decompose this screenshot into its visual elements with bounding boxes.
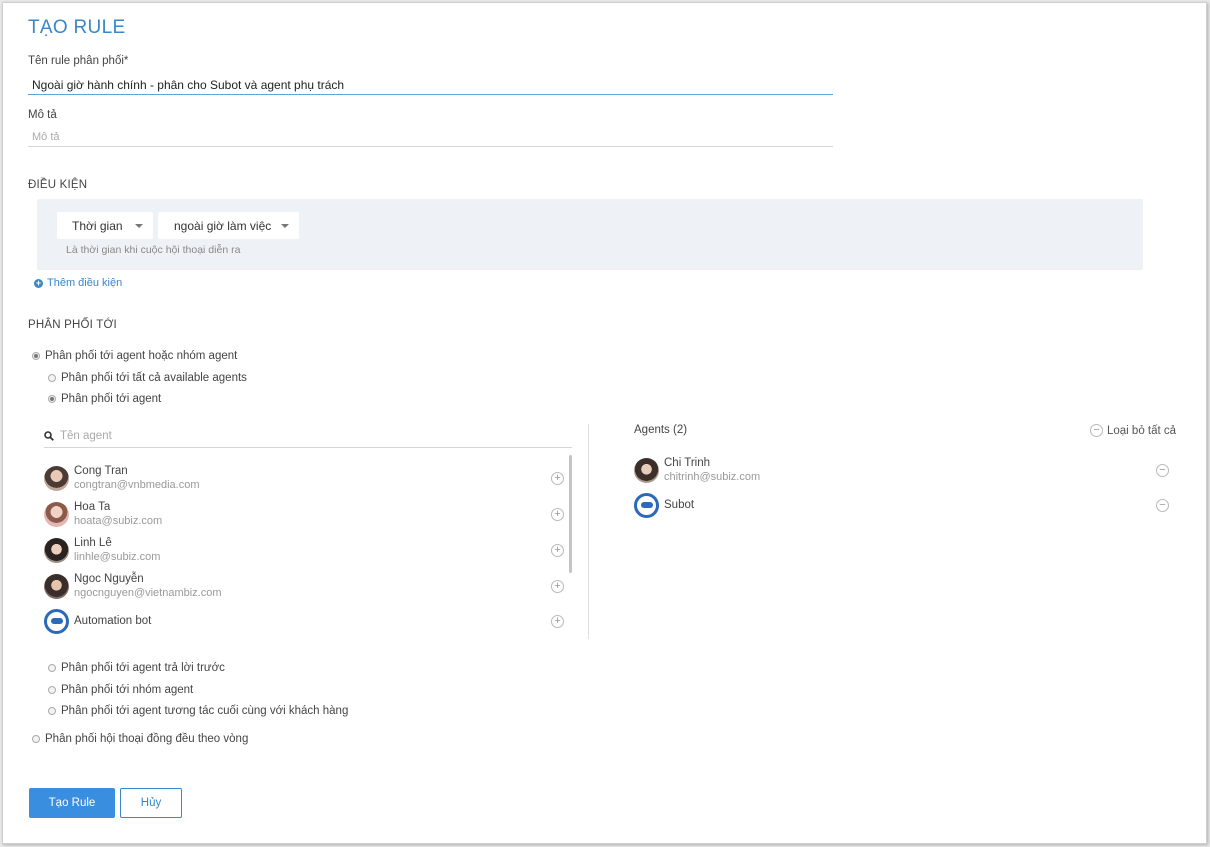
chevron-down-icon <box>281 223 289 228</box>
agent-list-scrollbar[interactable] <box>569 455 572 573</box>
agent-email: ngocnguyen@vietnambiz.com <box>74 587 222 599</box>
agent-email: linhle@subiz.com <box>74 551 161 563</box>
radio-icon <box>48 374 56 382</box>
remove-agent-button[interactable]: − <box>1156 498 1169 512</box>
distribution-heading: PHÂN PHỐI TỚI <box>28 319 117 331</box>
add-agent-button[interactable]: + <box>551 543 564 557</box>
available-agent-row: Hoa Ta hoata@subiz.com + <box>44 496 564 532</box>
radio-label: Phân phối tới nhóm agent <box>61 684 194 696</box>
add-condition-label: Thêm điều kiện <box>47 277 123 289</box>
radio-label: Phân phối hội thoại đồng đều theo vòng <box>45 733 249 745</box>
condition-hint: Là thời gian khi cuộc hội thoại diễn ra <box>66 244 241 256</box>
radio-label: Phân phối tới agent trả lời trước <box>61 662 225 674</box>
avatar <box>44 465 69 491</box>
avatar <box>44 573 69 599</box>
agent-email: hoata@subiz.com <box>74 515 163 527</box>
agent-search <box>44 425 572 448</box>
create-rule-panel: TẠO RULE Tên rule phân phối* Mô tả ĐIỀU … <box>2 2 1207 844</box>
selected-agents-title: Agents (2) <box>634 424 688 436</box>
condition-row: Thời gian ngoài giờ làm việc Là thời gia… <box>37 199 1143 270</box>
radio-label: Phân phối tới agent hoặc nhóm agent <box>45 350 238 362</box>
description-label: Mô tả <box>28 109 57 121</box>
condition-value-select[interactable]: ngoài giờ làm việc <box>158 212 299 239</box>
conditions-heading: ĐIỀU KIỆN <box>28 179 88 191</box>
radio-icon <box>32 735 40 743</box>
radio-first-reply[interactable]: Phân phối tới agent trả lời trước <box>48 662 225 674</box>
agent-email: congtran@vnbmedia.com <box>74 479 200 491</box>
available-agent-row: Linh Lê linhle@subiz.com + <box>44 532 564 568</box>
radio-icon <box>48 707 56 715</box>
bot-avatar <box>44 608 69 634</box>
radio-icon <box>48 395 56 403</box>
chevron-down-icon <box>135 223 143 228</box>
radio-agent-or-group[interactable]: Phân phối tới agent hoặc nhóm agent <box>32 350 237 362</box>
rule-name-input[interactable] <box>28 75 833 95</box>
avatar <box>44 501 69 527</box>
agent-name: Subot <box>664 499 695 511</box>
radio-icon <box>32 352 40 360</box>
agent-name: Automation bot <box>74 615 152 627</box>
radio-label: Phân phối tới agent <box>61 393 162 405</box>
agent-name: Linh Lê <box>74 537 112 549</box>
divider <box>588 424 589 639</box>
bot-avatar <box>634 492 659 518</box>
agent-email: chitrinh@subiz.com <box>664 471 761 483</box>
selected-agent-row: Chi Trinh chitrinh@subiz.com − <box>634 452 1169 488</box>
radio-round-robin[interactable]: Phân phối hội thoại đồng đều theo vòng <box>32 733 248 745</box>
add-condition-link[interactable]: + Thêm điều kiện <box>34 277 122 289</box>
agent-search-input[interactable] <box>60 430 540 442</box>
agent-name: Cong Tran <box>74 465 128 477</box>
radio-specific-agent[interactable]: Phân phối tới agent <box>48 393 161 405</box>
radio-all-available[interactable]: Phân phối tới tất cả available agents <box>48 372 247 384</box>
available-agent-row: Automation bot + <box>44 603 564 639</box>
condition-value-text: ngoài giờ làm việc <box>174 218 272 233</box>
available-agent-row: Ngoc Nguyễn ngocnguyen@vietnambiz.com + <box>44 568 564 604</box>
agent-name: Hoa Ta <box>74 501 111 513</box>
radio-label: Phân phối tới agent tương tác cuối cùng … <box>61 705 349 717</box>
agent-name: Chi Trinh <box>664 457 711 469</box>
minus-circle-icon: − <box>1090 424 1103 437</box>
avatar <box>44 537 69 563</box>
radio-icon <box>48 664 56 672</box>
condition-field-value: Thời gian <box>72 218 123 233</box>
plus-circle-icon: + <box>34 277 43 288</box>
radio-icon <box>48 686 56 694</box>
radio-agent-group[interactable]: Phân phối tới nhóm agent <box>48 684 193 696</box>
remove-agent-button[interactable]: − <box>1156 463 1169 477</box>
rule-name-label: Tên rule phân phối* <box>28 55 129 67</box>
avatar <box>634 457 659 483</box>
description-input[interactable] <box>28 127 833 147</box>
remove-all-button[interactable]: − Loại bỏ tất cả <box>1090 424 1176 437</box>
selected-agent-row: Subot − <box>634 487 1169 523</box>
page-title: TẠO RULE <box>28 17 126 38</box>
add-agent-button[interactable]: + <box>551 471 564 485</box>
radio-label: Phân phối tới tất cả available agents <box>61 372 247 384</box>
remove-all-label: Loại bỏ tất cả <box>1107 424 1177 437</box>
search-icon <box>44 431 54 441</box>
available-agent-row: Cong Tran congtran@vnbmedia.com + <box>44 460 564 496</box>
condition-field-select[interactable]: Thời gian <box>57 212 153 239</box>
radio-last-interaction[interactable]: Phân phối tới agent tương tác cuối cùng … <box>48 705 348 717</box>
add-agent-button[interactable]: + <box>551 614 564 628</box>
add-agent-button[interactable]: + <box>551 507 564 521</box>
add-agent-button[interactable]: + <box>551 579 564 593</box>
cancel-button[interactable]: Hủy <box>120 788 182 818</box>
agent-name: Ngoc Nguyễn <box>74 573 144 585</box>
create-rule-button[interactable]: Tạo Rule <box>29 788 115 818</box>
